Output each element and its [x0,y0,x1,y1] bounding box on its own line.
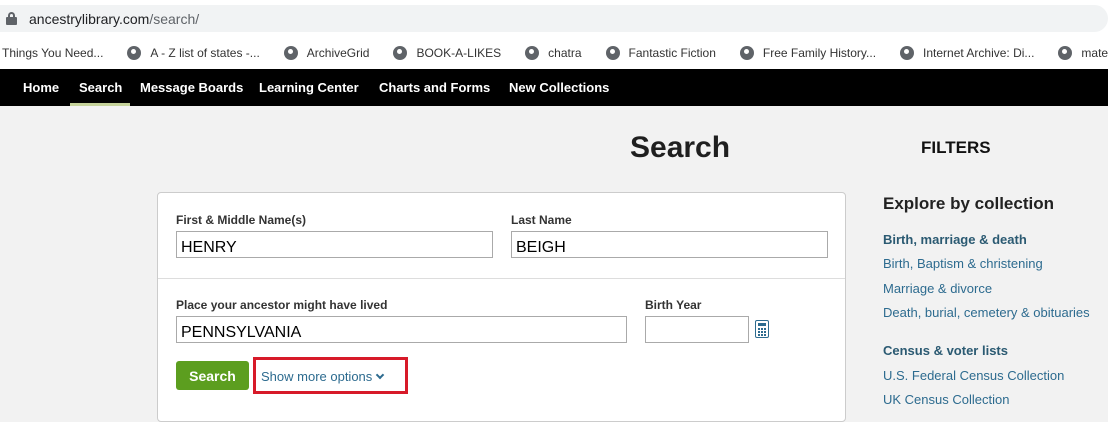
globe-icon [900,45,915,60]
filter-birth-baptism[interactable]: Birth, Baptism & christening [883,256,1043,271]
nav-learning-center[interactable]: Learning Center [259,69,359,106]
nav-new-collections[interactable]: New Collections [509,69,609,106]
show-more-options-link[interactable]: Show more options [261,369,385,384]
bookmark-free-family-history[interactable]: Free Family History... [739,45,876,60]
globe-icon [525,45,540,60]
url-field[interactable]: ancestrylibrary.com/search/ [0,5,1108,32]
explore-by-collection-title: Explore by collection [883,194,1054,213]
place-input[interactable] [176,316,627,343]
site-nav: Home Search Message Boards Learning Cent… [0,69,1108,106]
nav-home[interactable]: Home [23,69,59,106]
globe-icon [605,45,620,60]
calculator-icon[interactable] [755,320,769,338]
last-name-label: Last Name [511,213,572,227]
birth-year-input[interactable] [645,316,749,343]
globe-icon [283,45,298,60]
filters-title: FILTERS [921,138,991,157]
globe-icon [127,45,142,60]
first-name-input[interactable] [176,231,493,258]
page-title: Search [630,131,731,164]
bookmark-things-you-need[interactable]: Things You Need... [2,46,103,60]
birth-year-label: Birth Year [645,298,702,312]
last-name-input[interactable] [511,231,828,258]
globe-icon [393,45,408,60]
nav-search[interactable]: Search [69,69,131,106]
filter-census-voter-lists[interactable]: Census & voter lists [883,343,1008,358]
search-form: First & Middle Name(s) Last Name Place y… [157,192,846,422]
nav-message-boards[interactable]: Message Boards [140,69,243,106]
search-button[interactable]: Search [176,361,249,390]
bookmark-materials-request[interactable]: materials request U [1058,45,1108,60]
bookmarks-bar: Things You Need... A - Z list of states … [0,36,1108,69]
place-label: Place your ancestor might have lived [176,298,388,312]
filter-uk-census[interactable]: UK Census Collection [883,392,1009,407]
globe-icon [739,45,754,60]
bookmark-fantastic-fiction[interactable]: Fantastic Fiction [605,45,716,60]
filter-death-burial[interactable]: Death, burial, cemetery & obituaries [883,305,1090,320]
bookmark-book-a-likes[interactable]: BOOK-A-LIKES [393,45,501,60]
filter-marriage-divorce[interactable]: Marriage & divorce [883,281,992,296]
bookmark-chatra[interactable]: chatra [525,45,582,60]
highlight-box: Show more options [253,357,408,394]
bookmark-internet-archive[interactable]: Internet Archive: Di... [900,45,1034,60]
address-bar: ancestrylibrary.com/search/ [0,0,1108,36]
form-divider [158,278,845,279]
nav-charts-and-forms[interactable]: Charts and Forms [379,69,490,106]
lock-icon[interactable] [6,12,17,25]
first-name-label: First & Middle Name(s) [176,213,307,227]
globe-icon [1058,45,1073,60]
url-text[interactable]: ancestrylibrary.com/search/ [29,11,199,27]
chevron-down-icon [376,370,385,379]
filter-us-federal-census[interactable]: U.S. Federal Census Collection [883,368,1064,383]
filter-birth-marriage-death[interactable]: Birth, marriage & death [883,232,1027,247]
bookmark-a-z-states[interactable]: A - Z list of states -... [127,45,260,60]
bookmark-archivegrid[interactable]: ArchiveGrid [283,45,369,60]
